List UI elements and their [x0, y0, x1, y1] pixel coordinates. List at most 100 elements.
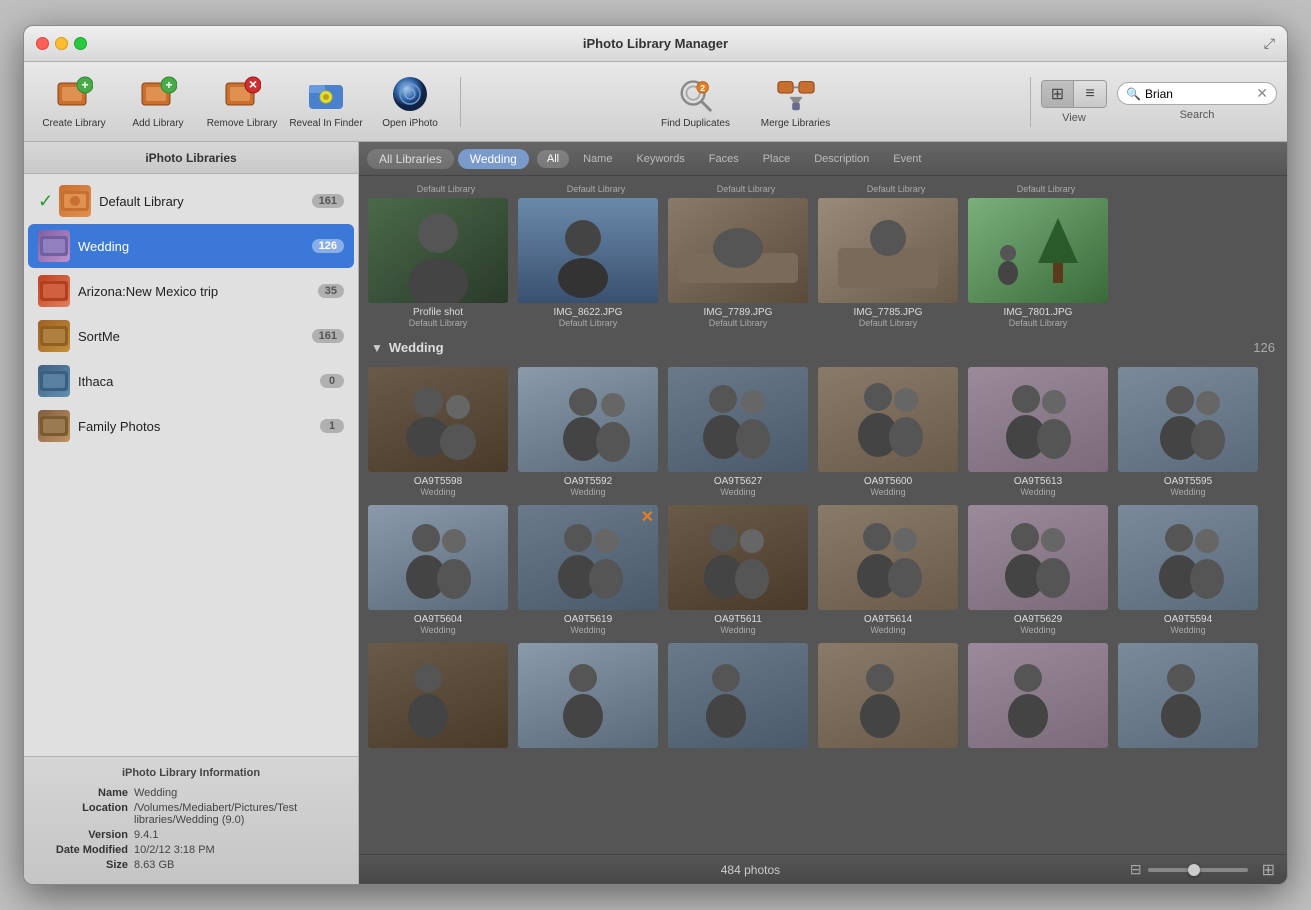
- filter-faces[interactable]: Faces: [699, 150, 749, 168]
- filter-name[interactable]: Name: [573, 150, 622, 168]
- photo-name-oa9t5614: OA9T5614: [864, 614, 912, 625]
- filter-keywords[interactable]: Keywords: [626, 150, 694, 168]
- photo-oa9t5600[interactable]: OA9T5600 Wedding: [817, 367, 959, 497]
- main-content: iPhoto Libraries ✓ Default Library 161: [24, 142, 1287, 884]
- photo-source-oa9t5611: Wedding: [720, 625, 755, 635]
- info-date-row: Date Modified 10/2/12 3:18 PM: [38, 844, 344, 856]
- sidebar-item-default-library[interactable]: ✓ Default Library 161: [28, 179, 354, 223]
- thumb-oa9t5594: [1118, 505, 1258, 610]
- photo-row3-3[interactable]: [667, 643, 809, 752]
- photo-oa9t5614[interactable]: OA9T5614 Wedding: [817, 505, 959, 635]
- reveal-in-finder-label: Reveal In Finder: [289, 118, 362, 130]
- wedding-section-count: 126: [1253, 340, 1275, 355]
- wedding-library-count: 126: [312, 239, 344, 253]
- photo-oa9t5592[interactable]: OA9T5592 Wedding: [517, 367, 659, 497]
- photo-row3-1[interactable]: [367, 643, 509, 752]
- zoom-thumb: [1188, 864, 1200, 876]
- ithaca-library-count: 0: [320, 374, 344, 388]
- dl-label-2: Default Library: [525, 184, 667, 194]
- ithaca-library-name: Ithaca: [78, 374, 312, 389]
- photo-oa9t5613[interactable]: OA9T5613 Wedding: [967, 367, 1109, 497]
- view-toggle[interactable]: ⊞ ≡: [1041, 80, 1107, 108]
- wedding-section: ▼ Wedding 126: [367, 336, 1279, 752]
- sidebar-item-ithaca[interactable]: Ithaca 0: [28, 359, 354, 403]
- sidebar-item-arizona[interactable]: Arizona:New Mexico trip 35: [28, 269, 354, 313]
- photo-oa9t5627[interactable]: OA9T5627 Wedding: [667, 367, 809, 497]
- info-date-value: 10/2/12 3:18 PM: [134, 844, 344, 856]
- list-view-btn[interactable]: ≡: [1074, 81, 1106, 107]
- photo-oa9t5619[interactable]: ✕ OA9T5619 Wedding: [517, 505, 659, 635]
- filter-event[interactable]: Event: [883, 150, 931, 168]
- add-library-button[interactable]: + Add Library: [118, 68, 198, 136]
- create-library-button[interactable]: + Create Library: [34, 68, 114, 136]
- info-name-value: Wedding: [134, 787, 344, 799]
- photo-item-img7789[interactable]: IMG_7789.JPG Default Library: [667, 198, 809, 328]
- photo-area: All Libraries Wedding All Name Keywords …: [359, 142, 1287, 884]
- photo-thumb-img7789: [668, 198, 808, 303]
- search-clear-icon[interactable]: ✕: [1256, 85, 1268, 102]
- photo-source-oa9t5619: Wedding: [570, 625, 605, 635]
- photo-name-profile: Profile shot: [413, 307, 463, 318]
- photo-item-img8622[interactable]: IMG_8622.JPG Default Library: [517, 198, 659, 328]
- photo-name-img7789: IMG_7789.JPG: [704, 307, 773, 318]
- wedding-chevron[interactable]: ▼: [371, 341, 383, 355]
- thumb-oa9t5619: ✕: [518, 505, 658, 610]
- sidebar-item-wedding[interactable]: Wedding 126: [28, 224, 354, 268]
- search-input[interactable]: [1145, 87, 1245, 101]
- grid-size-icon[interactable]: ⊞: [1262, 860, 1275, 880]
- sidebar-item-sortme[interactable]: SortMe 161: [28, 314, 354, 358]
- photo-name-img8622: IMG_8622.JPG: [554, 307, 623, 318]
- photo-row3-5[interactable]: [967, 643, 1109, 752]
- svg-text:2: 2: [700, 83, 705, 93]
- photo-item-img7801[interactable]: IMG_7801.JPG Default Library: [967, 198, 1109, 328]
- sidebar-item-family-photos[interactable]: Family Photos 1: [28, 404, 354, 448]
- photo-item-profile-shot[interactable]: Profile shot Default Library: [367, 198, 509, 328]
- photo-oa9t5594[interactable]: OA9T5594 Wedding: [1117, 505, 1259, 635]
- wedding-row-1: OA9T5598 Wedding: [367, 367, 1279, 497]
- photo-row3-6[interactable]: [1117, 643, 1259, 752]
- default-library-icon: [59, 185, 91, 217]
- filter-all[interactable]: All: [537, 150, 569, 168]
- arizona-library-name: Arizona:New Mexico trip: [78, 284, 310, 299]
- filter-place[interactable]: Place: [753, 150, 801, 168]
- photo-oa9t5595[interactable]: OA9T5595 Wedding: [1117, 367, 1259, 497]
- zoom-out-icon[interactable]: ⊟: [1130, 861, 1142, 878]
- photo-name-oa9t5627: OA9T5627: [714, 476, 762, 487]
- add-library-label: Add Library: [132, 118, 183, 130]
- remove-library-button[interactable]: × Remove Library: [202, 68, 282, 136]
- photo-oa9t5604[interactable]: OA9T5604 Wedding: [367, 505, 509, 635]
- zoom-slider[interactable]: [1148, 868, 1248, 872]
- dl-label-3: Default Library: [675, 184, 817, 194]
- filter-description[interactable]: Description: [804, 150, 879, 168]
- photo-name-oa9t5595: OA9T5595: [1164, 476, 1212, 487]
- grid-view-btn[interactable]: ⊞: [1042, 81, 1074, 107]
- svg-text:+: +: [81, 78, 88, 92]
- search-box[interactable]: 🔍 ✕: [1117, 82, 1277, 105]
- merge-libraries-button[interactable]: Merge Libraries: [756, 68, 836, 136]
- tab-wedding[interactable]: Wedding: [458, 149, 529, 169]
- photo-item-img7785[interactable]: IMG_7785.JPG Default Library: [817, 198, 959, 328]
- info-date-label: Date Modified: [38, 844, 128, 856]
- photo-source-oa9t5614: Wedding: [870, 625, 905, 635]
- expand-icon[interactable]: ⤢: [1264, 35, 1275, 52]
- wedding-section-title: Wedding: [389, 340, 444, 355]
- tab-all-libraries[interactable]: All Libraries: [367, 149, 454, 169]
- photo-oa9t5598[interactable]: OA9T5598 Wedding: [367, 367, 509, 497]
- zoom-button[interactable]: [74, 37, 87, 50]
- arizona-library-icon: [38, 275, 70, 307]
- wedding-section-header: ▼ Wedding 126: [367, 336, 1279, 359]
- open-iphoto-button[interactable]: Open iPhoto: [370, 68, 450, 136]
- photo-row3-4[interactable]: [817, 643, 959, 752]
- photo-oa9t5611[interactable]: OA9T5611 Wedding: [667, 505, 809, 635]
- photo-grid-scroll[interactable]: Default Library Default Library Default …: [359, 176, 1287, 854]
- photo-name-oa9t5629: OA9T5629: [1014, 614, 1062, 625]
- reveal-in-finder-button[interactable]: Reveal In Finder: [286, 68, 366, 136]
- thumb-oa9t5629: [968, 505, 1108, 610]
- photo-row3-2[interactable]: [517, 643, 659, 752]
- close-button[interactable]: [36, 37, 49, 50]
- minimize-button[interactable]: [55, 37, 68, 50]
- info-location-label: Location: [38, 802, 128, 826]
- photo-source-oa9t5627: Wedding: [720, 487, 755, 497]
- find-duplicates-button[interactable]: 2 Find Duplicates: [656, 68, 736, 136]
- photo-oa9t5629[interactable]: OA9T5629 Wedding: [967, 505, 1109, 635]
